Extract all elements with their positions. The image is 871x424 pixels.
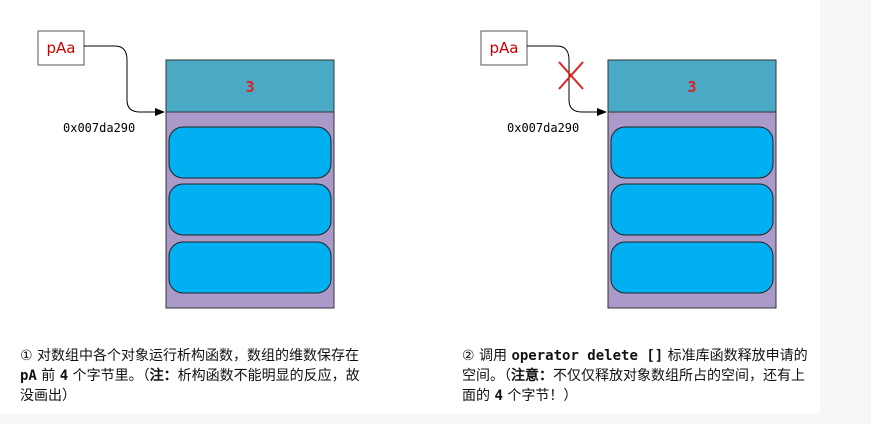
- caption-text: ② 调用: [462, 348, 512, 364]
- caption-text: ① 对数组中各个对象运行析构函数，数组的维数保存在: [20, 348, 359, 364]
- caption-left: ① 对数组中各个对象运行析构函数，数组的维数保存在 pA 前 4 个字节里。（注…: [20, 346, 372, 406]
- caption-text: 个字节里。（: [68, 368, 150, 384]
- address-label: 0x007da290: [507, 121, 579, 135]
- array-element: [168, 126, 332, 179]
- array-element: [610, 241, 774, 294]
- address-label: 0x007da290: [63, 121, 135, 135]
- caption-number: 4: [494, 388, 503, 404]
- pointer-arrow: [527, 45, 607, 116]
- caption-text: 个字节！）: [502, 388, 578, 404]
- array-element: [610, 126, 774, 179]
- caption-note-label: 注：: [149, 368, 178, 384]
- caption-right: ② 调用 operator delete [] 标准库函数释放申请的空间。（注意…: [462, 346, 812, 406]
- pointer-label: pAa: [47, 39, 76, 57]
- pointer-arrow: [84, 45, 165, 116]
- caption-text: 前: [36, 368, 60, 384]
- caption-number: 4: [59, 368, 69, 384]
- left-diagram: pAa 0x007da290 3: [37, 30, 335, 309]
- count-value: 3: [245, 78, 254, 96]
- array-element: [168, 183, 332, 236]
- caption-code: pA: [20, 368, 37, 384]
- array-element: [168, 241, 332, 294]
- count-value: 3: [687, 78, 696, 96]
- caption-code: operator delete []: [511, 348, 664, 364]
- right-diagram: pAa 0x007da290 3: [480, 30, 777, 309]
- array-element: [610, 183, 774, 236]
- pointer-label: pAa: [490, 39, 519, 57]
- caption-note-label: 注意：: [511, 368, 553, 384]
